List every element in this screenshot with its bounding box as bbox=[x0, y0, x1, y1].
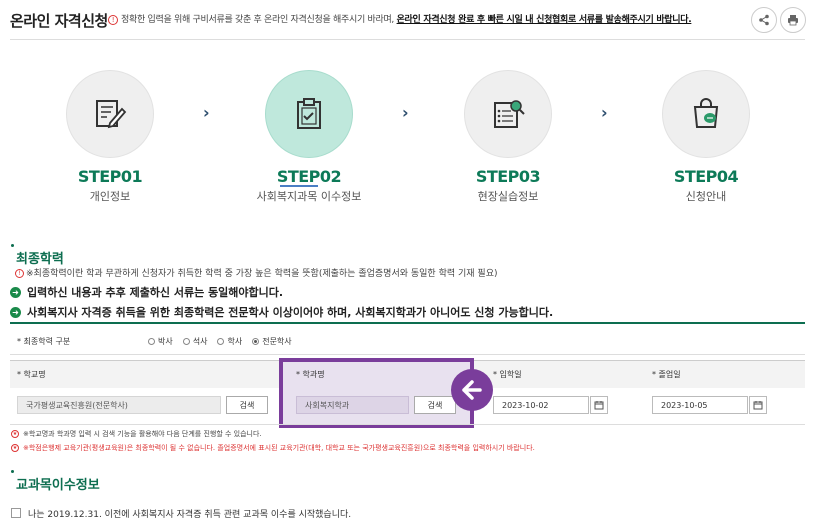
step03-title: STEP03 bbox=[475, 167, 541, 186]
arrow-circle-icon: ➜ bbox=[10, 306, 21, 318]
row-divider bbox=[10, 424, 805, 425]
courses-section-title: 교과목이수정보 bbox=[16, 478, 100, 493]
education-section-title: 최종학력 bbox=[16, 252, 64, 267]
school-search-button[interactable]: 검색 bbox=[226, 396, 268, 414]
radio-icon bbox=[148, 338, 155, 345]
warning-icon: ★ bbox=[11, 430, 19, 438]
header-notice: ! 정확한 입력을 위해 구비서류를 갖춘 후 온라인 자격신청을 해주시기 바라… bbox=[108, 12, 692, 25]
step01-label: 개인정보 bbox=[89, 190, 131, 203]
degree-option-bachelor[interactable]: 학사 bbox=[217, 336, 242, 347]
section-bullet bbox=[11, 470, 14, 473]
step-arrow-2: › bbox=[402, 103, 409, 122]
step04-label: 신청안내 bbox=[685, 190, 727, 203]
active-step-underline bbox=[280, 185, 318, 187]
search-list-icon bbox=[494, 100, 525, 128]
step01-title: STEP01 bbox=[77, 167, 143, 186]
clipboard-check-icon bbox=[297, 98, 321, 129]
pre2019-checkbox[interactable] bbox=[11, 508, 21, 518]
admission-date-input[interactable]: 2023-10-02 bbox=[493, 396, 589, 414]
degree-radio-group: 박사 석사 학사 전문학사 bbox=[148, 336, 292, 347]
step01-circle bbox=[66, 70, 154, 158]
info-icon: ! bbox=[15, 269, 24, 278]
radio-icon bbox=[182, 338, 190, 345]
step03-label: 현장실습정보 bbox=[477, 190, 539, 203]
step02-label: 사회복지과목 이수정보 bbox=[256, 190, 362, 203]
warning-2: ★ ※학점은행제 교육기관(평생교육원)은 최종학력이 될 수 없습니다. 졸업증… bbox=[11, 444, 535, 452]
step-arrow-1: › bbox=[203, 103, 210, 122]
step02-circle bbox=[265, 70, 353, 158]
radio-icon bbox=[217, 338, 225, 345]
admission-calendar-button[interactable] bbox=[590, 396, 608, 414]
share-button[interactable] bbox=[751, 7, 777, 33]
radio-selected-icon bbox=[252, 338, 260, 345]
admission-label: * 입학일 bbox=[493, 370, 522, 379]
row-divider bbox=[10, 354, 805, 355]
page-title: 온라인 자격신청 bbox=[10, 12, 108, 30]
info-icon: ! bbox=[108, 14, 118, 25]
graduation-label: * 졸업일 bbox=[652, 370, 681, 379]
calendar-icon bbox=[753, 401, 763, 410]
pointer-badge bbox=[451, 369, 493, 411]
shopping-bag-chat-icon bbox=[693, 98, 719, 128]
graduation-calendar-button[interactable] bbox=[749, 396, 767, 414]
degree-label: * 최종학력 구분 bbox=[17, 337, 71, 346]
education-info: ! ※최종학력이란 학과 무관하게 신청자가 취득한 학력 중 가장 높은 학력을… bbox=[15, 266, 497, 279]
warning-1: ★ ※학교명과 학과명 입력 시 검색 기능을 활용해야 다음 단계를 진행할 수… bbox=[11, 430, 262, 438]
step02-title: STEP02 bbox=[276, 167, 342, 186]
graduation-date-input[interactable]: 2023-10-05 bbox=[652, 396, 748, 414]
degree-option-phd[interactable]: 박사 bbox=[148, 336, 173, 347]
degree-option-master[interactable]: 석사 bbox=[182, 336, 207, 347]
share-icon bbox=[759, 14, 769, 26]
school-label: * 학교명 bbox=[17, 370, 46, 379]
notice-emphasis: 온라인 자격신청 완료 후 빠른 시일 내 신청협회로 서류를 발송해주시기 바… bbox=[396, 15, 692, 25]
print-button[interactable] bbox=[780, 7, 806, 33]
warning-icon: ★ bbox=[11, 444, 19, 452]
step04-title: STEP04 bbox=[673, 167, 739, 186]
section-bullet bbox=[11, 244, 14, 247]
header-divider bbox=[10, 39, 805, 40]
table-top-border bbox=[10, 322, 805, 324]
print-icon bbox=[788, 15, 798, 26]
school-input[interactable]: 국가평생교육진흥원(전문학사) bbox=[17, 396, 221, 414]
education-notice-2: ➜ 사회복지사 자격증 취득을 위한 최종학력은 전문학사 이상이어야 하며, 사… bbox=[10, 304, 553, 320]
calendar-icon bbox=[594, 401, 604, 410]
step04-circle bbox=[662, 70, 750, 158]
degree-option-associate[interactable]: 전문학사 bbox=[252, 336, 292, 347]
major-highlight-box bbox=[279, 358, 474, 428]
education-notice-1: ➜ 입력하신 내용과 추후 제출하신 서류는 동일해야합니다. bbox=[10, 284, 283, 300]
step03-circle bbox=[464, 70, 552, 158]
step-arrow-3: › bbox=[601, 103, 608, 122]
pencil-document-icon bbox=[96, 100, 127, 129]
arrow-left-icon bbox=[462, 380, 482, 400]
pre2019-checkbox-label: 나는 2019.12.31. 이전에 사회복지사 자격증 취득 관련 교과목 이… bbox=[28, 510, 352, 520]
arrow-circle-icon: ➜ bbox=[10, 286, 21, 298]
